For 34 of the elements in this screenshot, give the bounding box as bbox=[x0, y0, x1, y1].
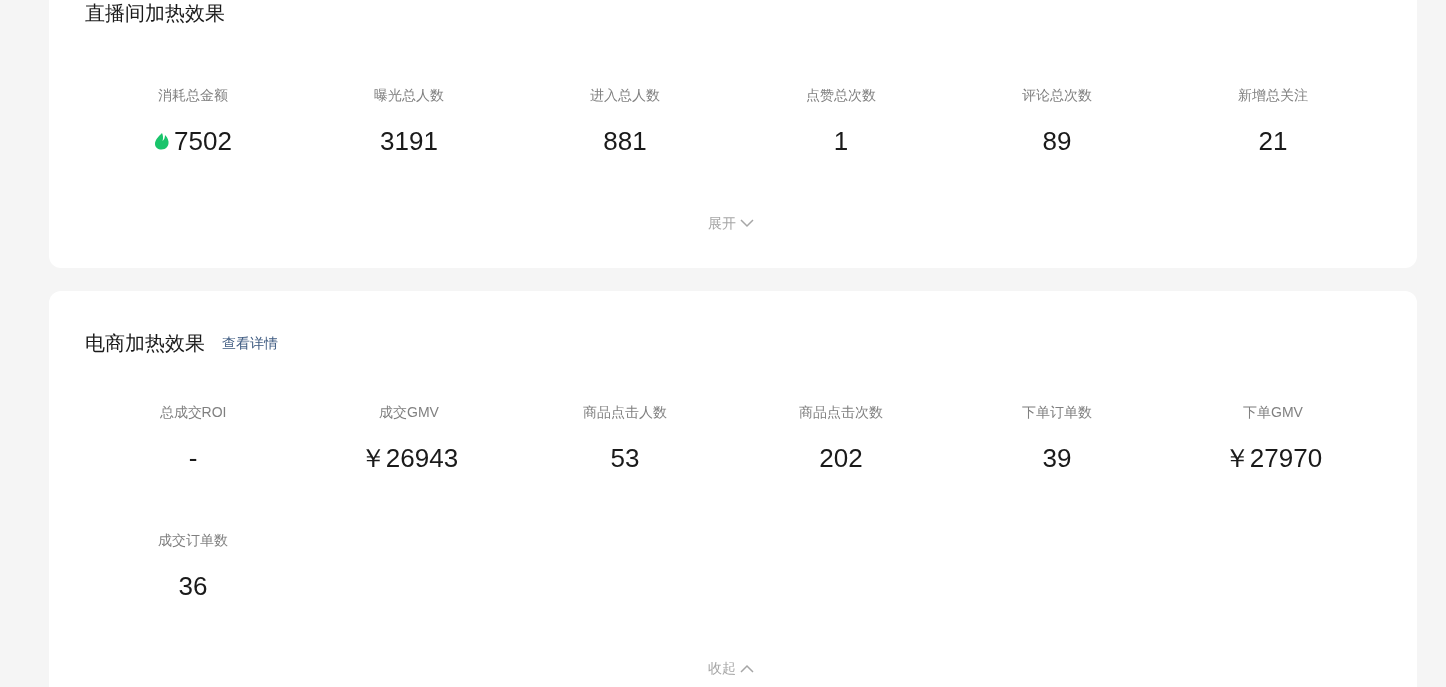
metric-value: 53 bbox=[610, 442, 640, 475]
metric-value: ￥26943 bbox=[359, 442, 459, 475]
metric-label: 下单GMV bbox=[1243, 403, 1303, 421]
metric-label: 总成交ROI bbox=[159, 403, 227, 421]
expand-button[interactable]: 展开 bbox=[708, 213, 754, 233]
metric-value: ￥27970 bbox=[1223, 442, 1323, 475]
metric-value: 202 bbox=[819, 442, 863, 475]
metric-label: 成交GMV bbox=[379, 403, 439, 421]
metric-value: 39 bbox=[1042, 442, 1072, 475]
metric-label: 商品点击人数 bbox=[583, 403, 667, 421]
details-link[interactable]: 查看详情 bbox=[222, 333, 278, 353]
metric-label: 曝光总人数 bbox=[374, 86, 444, 104]
metric-value: 1 bbox=[833, 125, 849, 158]
metric-value: 36 bbox=[178, 570, 208, 603]
collapse-button[interactable]: 收起 bbox=[708, 658, 754, 678]
chevron-up-icon bbox=[740, 663, 754, 673]
leaf-icon bbox=[154, 132, 171, 150]
card-title: 直播间加热效果 bbox=[85, 1, 225, 26]
metric-label: 消耗总金额 bbox=[158, 86, 228, 104]
metric-label: 点赞总次数 bbox=[806, 86, 876, 104]
metric-value: 89 bbox=[1042, 125, 1072, 158]
metric-value: 3191 bbox=[380, 125, 438, 158]
metric-value: - bbox=[188, 442, 198, 475]
metric-label: 新增总关注 bbox=[1238, 86, 1308, 104]
metric-value: 881 bbox=[603, 125, 647, 158]
metric-value: 7502 bbox=[174, 125, 232, 158]
metric-label: 商品点击次数 bbox=[799, 403, 883, 421]
metric-label: 下单订单数 bbox=[1022, 403, 1092, 421]
chevron-down-icon bbox=[740, 218, 754, 228]
card-title: 电商加热效果 bbox=[85, 331, 205, 356]
metric-value: 21 bbox=[1258, 125, 1288, 158]
metric-label: 成交订单数 bbox=[158, 531, 228, 549]
metric-label: 评论总次数 bbox=[1022, 86, 1092, 104]
metric-label: 进入总人数 bbox=[590, 86, 660, 104]
